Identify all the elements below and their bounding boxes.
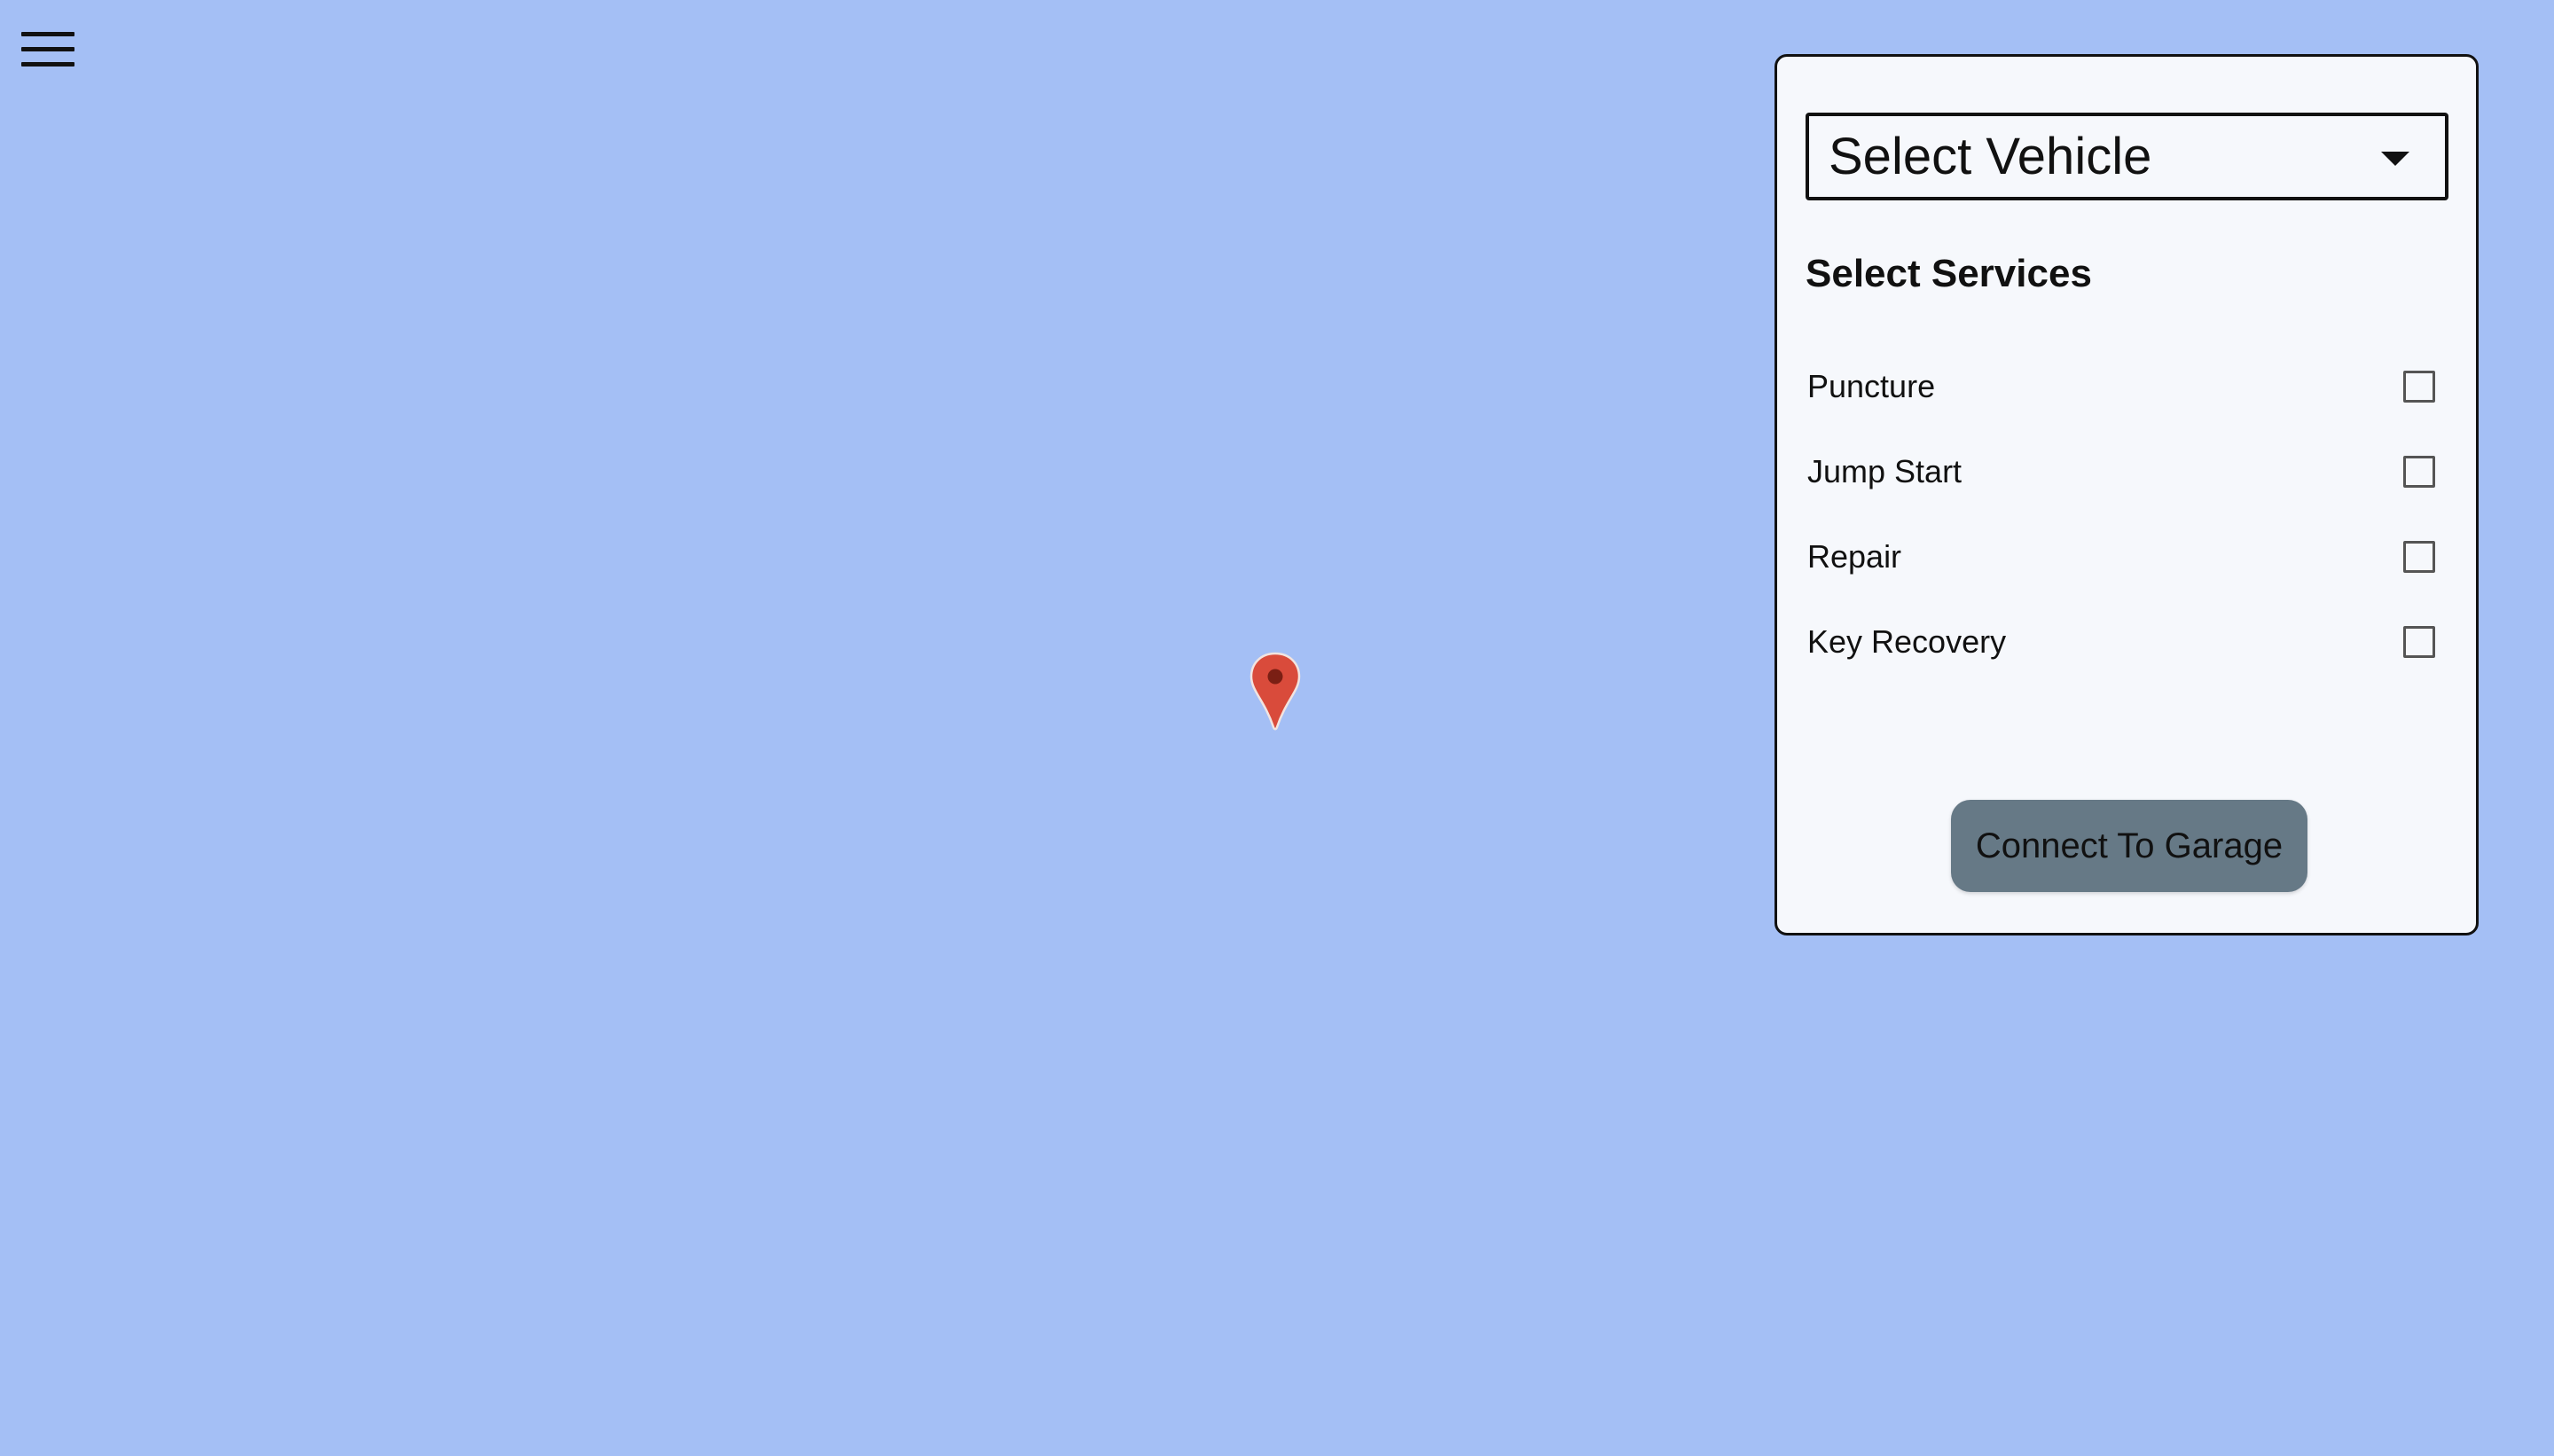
service-item-puncture: Puncture [1807,360,2446,413]
caret-down-icon [2381,152,2409,166]
hamburger-menu-icon[interactable] [20,30,76,71]
service-request-panel: Select Vehicle Select Services Puncture … [1774,54,2479,935]
repair-checkbox[interactable] [2403,541,2435,573]
puncture-checkbox[interactable] [2403,371,2435,403]
vehicle-select[interactable]: Select Vehicle [1806,113,2448,200]
key-recovery-checkbox[interactable] [2403,626,2435,658]
service-item-key-recovery: Key Recovery [1807,615,2446,669]
service-label: Jump Start [1807,453,1963,489]
service-label: Puncture [1807,368,1936,404]
menu-bar-middle [21,47,74,51]
vehicle-select-value: Select Vehicle [1829,128,2152,185]
services-heading: Select Services [1806,252,2092,295]
service-item-jump-start: Jump Start [1807,445,2446,498]
menu-bar-bottom [21,62,74,67]
connect-to-garage-button[interactable]: Connect To Garage [1951,800,2307,892]
jump-start-checkbox[interactable] [2403,456,2435,488]
location-pin-icon[interactable] [1249,651,1302,731]
menu-bar-top [21,32,74,36]
service-item-repair: Repair [1807,530,2446,583]
service-label: Key Recovery [1807,623,2007,660]
map-canvas[interactable]: Select Vehicle Select Services Puncture … [0,0,2554,1456]
service-label: Repair [1807,538,1902,575]
